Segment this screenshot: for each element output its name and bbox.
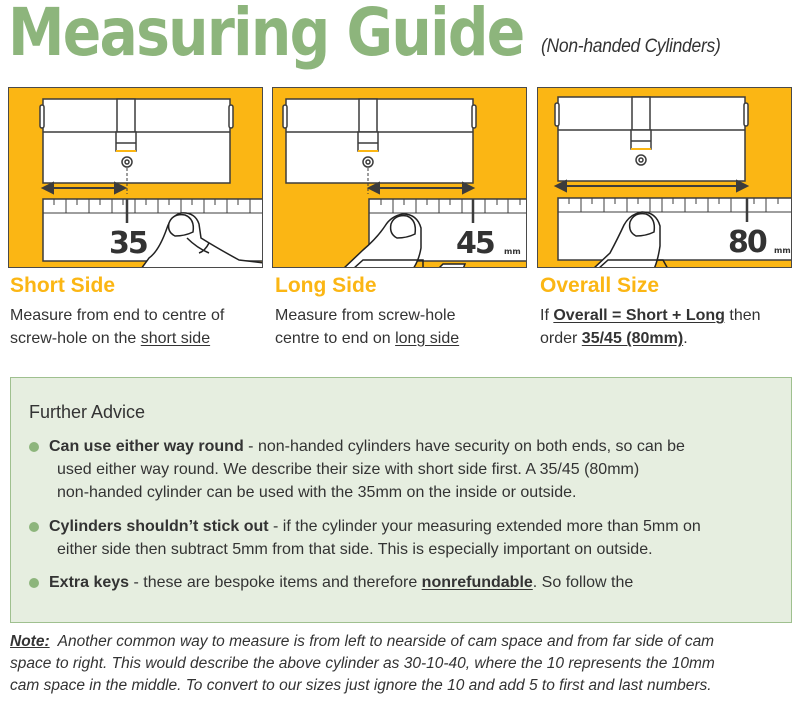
page-subtitle: (Non-handed Cylinders) — [541, 36, 721, 57]
measurement-unit: mm — [774, 246, 791, 255]
page-title: Measuring Guide — [8, 0, 525, 71]
emphasis-text: long side — [395, 330, 460, 347]
note-line: space to right. This would describe the … — [10, 655, 715, 672]
advice-line: - non-handed cylinders have security on … — [243, 438, 685, 455]
advice-title: Further Advice — [29, 402, 146, 422]
bullet-icon — [29, 442, 39, 452]
note-label: Note: — [10, 633, 50, 650]
description-line: If Overall = Short + Long then — [540, 304, 761, 327]
long-side-illustration: 45 mm — [272, 87, 527, 268]
long-side-heading: Long Side — [275, 274, 377, 297]
cylinder-ruler-diagram: 35 mm — [39, 98, 262, 267]
further-advice-box: Further Advice Can use either way round … — [10, 377, 792, 623]
emphasis-text: nonrefundable — [421, 574, 533, 591]
measure-arrow-icon — [366, 181, 476, 195]
overall-size-illustration: 80 mm — [537, 87, 792, 268]
advice-text: Cylinders shouldn’t stick out - if the c… — [49, 515, 789, 561]
measure-arrow-icon — [40, 181, 128, 195]
description-text: screw-hole on the — [10, 330, 141, 347]
cylinder-icon — [39, 98, 234, 184]
description-line: Measure from screw-hole — [275, 307, 456, 324]
measure-arrow-icon — [553, 179, 750, 193]
advice-line: . So follow the — [532, 574, 634, 591]
cylinder-ruler-diagram: 45 mm — [282, 98, 526, 267]
overall-size-description: If Overall = Short + Long then order 35/… — [540, 304, 761, 350]
measurement-value: 35 — [109, 226, 147, 261]
advice-text: Extra keys - these are bespoke items and… — [49, 571, 789, 594]
description-line: centre to end on long side — [275, 327, 459, 350]
formula-text: Overall = Short + Long — [553, 307, 725, 324]
note-line: Note: Another common way to measure is f… — [10, 631, 800, 653]
cylinder-icon — [282, 98, 477, 184]
advice-line: - if the cylinder your measuring extende… — [268, 518, 701, 535]
advice-line: used either way round. We describe their… — [57, 461, 640, 478]
description-text: then — [724, 307, 761, 324]
advice-item-title: Extra keys — [49, 574, 130, 591]
advice-line: either side then subtract 5mm from that … — [57, 541, 653, 558]
measurement-value: 80 — [728, 225, 767, 260]
measurement-value: 45 — [456, 226, 494, 261]
advice-item-title: Can use either way round — [49, 438, 244, 455]
bullet-icon — [29, 578, 39, 588]
emphasis-text: short side — [140, 330, 211, 347]
cylinder-icon — [554, 96, 749, 182]
description-line: order 35/45 (80mm). — [540, 327, 761, 350]
advice-text: Can use either way round - non-handed cy… — [49, 435, 789, 504]
long-side-description: Measure from screw-hole centre to end on… — [275, 304, 459, 350]
description-line: screw-hole on the short side — [10, 327, 224, 350]
overall-size-heading: Overall Size — [540, 274, 660, 297]
description-text: order — [540, 330, 582, 347]
note-paragraph: Note: Another common way to measure is f… — [10, 631, 800, 697]
bullet-icon — [29, 522, 39, 532]
advice-line: - these are bespoke items and therefore — [129, 574, 422, 591]
measurement-unit: mm — [504, 247, 521, 256]
ruler-icon — [42, 198, 262, 262]
cylinder-ruler-diagram: 80 mm — [553, 96, 791, 267]
note-text: Another common way to measure is from le… — [49, 633, 715, 650]
description-text: centre to end on — [275, 330, 396, 347]
advice-line: non-handed cylinder can be used with the… — [57, 484, 577, 501]
description-text: If — [540, 307, 554, 324]
note-line: cam space in the middle. To convert to o… — [10, 677, 712, 694]
description-line: Measure from end to centre of — [10, 307, 225, 324]
short-side-heading: Short Side — [10, 274, 116, 297]
example-size-text: 35/45 (80mm) — [581, 330, 684, 347]
description-text: . — [683, 330, 688, 347]
short-side-description: Measure from end to centre of screw-hole… — [10, 304, 224, 350]
short-side-illustration: 35 mm — [8, 87, 263, 268]
advice-item-title: Cylinders shouldn’t stick out — [49, 518, 269, 535]
